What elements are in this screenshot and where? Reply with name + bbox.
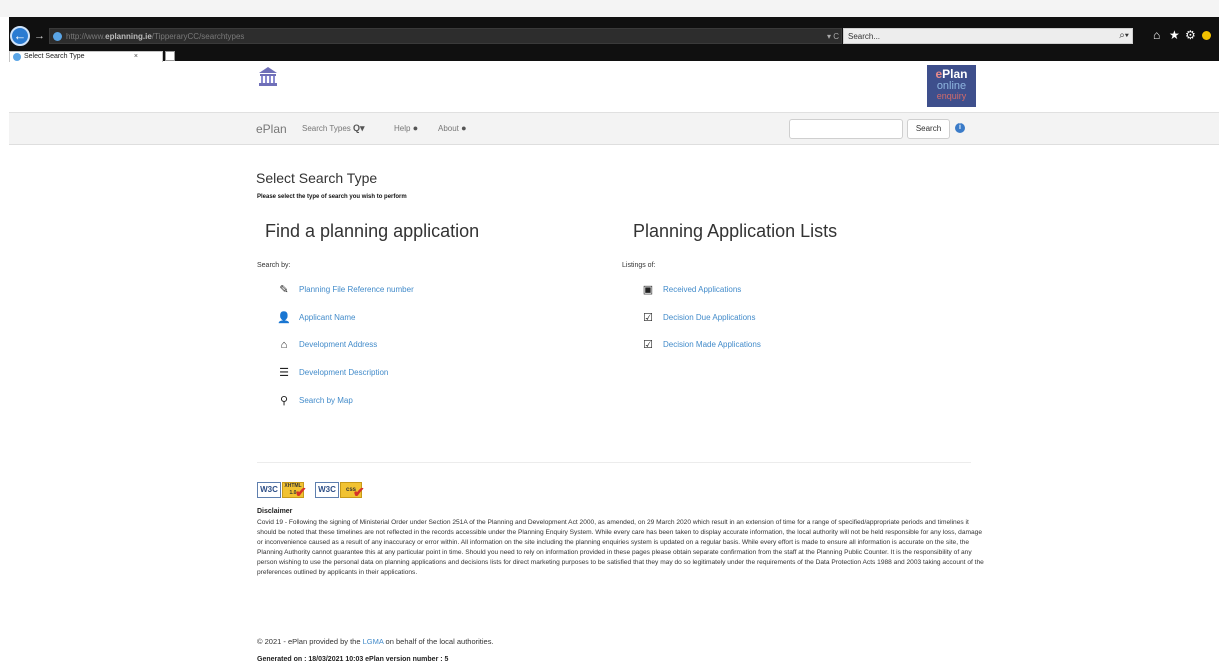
lgma-link[interactable]: LGMA xyxy=(363,637,384,646)
browser-search-box[interactable]: Search... ⌕▾ xyxy=(843,28,1133,44)
footer-generated: Generated on : 18/03/2021 10:03 ePlan ve… xyxy=(257,656,449,663)
search-info-icon[interactable]: i xyxy=(955,123,965,133)
page-subtitle: Please select the type of search you wis… xyxy=(257,194,407,200)
nav-search-types[interactable]: Search Types Q▾ xyxy=(302,123,365,134)
gear-icon[interactable]: ⚙ xyxy=(1185,26,1196,44)
home-icon[interactable]: ⌂ xyxy=(1153,26,1160,44)
eplan-logo[interactable]: ePlan online enquiry xyxy=(927,65,976,107)
map-marker-icon: ⚲ xyxy=(279,395,289,407)
pencil-icon: ✎ xyxy=(279,284,289,296)
disclaimer-title: Disclaimer xyxy=(257,508,293,515)
refresh-icon[interactable]: ▾ C xyxy=(827,30,839,43)
find-heading: Find a planning application xyxy=(265,221,480,241)
search-dropdown-icon: Q▾ xyxy=(353,123,365,133)
nav-help[interactable]: Help ● xyxy=(394,123,418,133)
navbar-brand[interactable]: ePlan xyxy=(256,122,287,136)
disclaimer-text: Covid 19 - Following the signing of Mini… xyxy=(257,519,984,576)
browser-window: ← → http://www.eplanning.ie/TipperaryCC/… xyxy=(9,17,1219,663)
site-navbar: ePlan Search Types Q▾ Help ● About ● Sea… xyxy=(9,112,1219,145)
star-icon[interactable]: ★ xyxy=(1169,26,1180,44)
back-button[interactable]: ← xyxy=(10,26,30,46)
info-circle-icon: ● xyxy=(461,123,467,133)
forward-button[interactable]: → xyxy=(34,29,45,43)
footer-divider xyxy=(257,462,971,463)
edit-check-icon: ☑ xyxy=(643,312,653,324)
address-url: http://www.eplanning.ie/TipperaryCC/sear… xyxy=(66,32,245,41)
question-circle-icon: ● xyxy=(412,123,419,133)
council-crest-icon xyxy=(259,67,277,86)
w3c-css-badge[interactable]: W3C css ✔ xyxy=(315,480,367,500)
browser-action-icons: ⌂ ★ ⚙ xyxy=(1149,26,1219,44)
page-title: Select Search Type xyxy=(256,170,378,186)
nav-about[interactable]: About ● xyxy=(438,123,467,133)
site-search-button[interactable]: Search xyxy=(907,119,950,139)
inbox-icon: ▣ xyxy=(642,284,654,296)
w3c-xhtml-badge[interactable]: W3C XHTML 1.0 ✔ xyxy=(257,480,309,500)
new-tab-button[interactable] xyxy=(165,51,175,61)
check-icon: ☑ xyxy=(643,339,653,351)
user-icon: 👤 xyxy=(277,312,291,324)
lists-caption: Listings of: xyxy=(622,262,656,269)
browser-tab[interactable]: Select Search Type × xyxy=(9,51,163,62)
footer-copyright: © 2021 - ePlan provided by the LGMA on b… xyxy=(257,637,494,646)
tab-title: Select Search Type xyxy=(24,53,85,60)
checkmark-icon: ✔ xyxy=(353,484,365,500)
checkmark-icon: ✔ xyxy=(295,484,307,500)
list-icon: ☰ xyxy=(279,367,289,379)
tab-favicon-icon xyxy=(13,53,21,61)
lists-heading: Planning Application Lists xyxy=(633,221,838,241)
home-icon: ⌂ xyxy=(280,339,288,351)
address-bar[interactable]: http://www.eplanning.ie/TipperaryCC/sear… xyxy=(49,28,842,44)
find-caption: Search by: xyxy=(257,262,291,269)
site-favicon-icon xyxy=(53,32,62,41)
smiley-icon[interactable] xyxy=(1202,31,1211,40)
browser-search-placeholder: Search... xyxy=(848,32,881,41)
window-top-margin xyxy=(0,0,1219,17)
browser-toolbar: ← → http://www.eplanning.ie/TipperaryCC/… xyxy=(9,17,1219,62)
tab-close-icon[interactable]: × xyxy=(134,52,138,62)
site-search-input[interactable] xyxy=(789,119,903,139)
search-icon[interactable]: ⌕▾ xyxy=(1119,29,1129,43)
